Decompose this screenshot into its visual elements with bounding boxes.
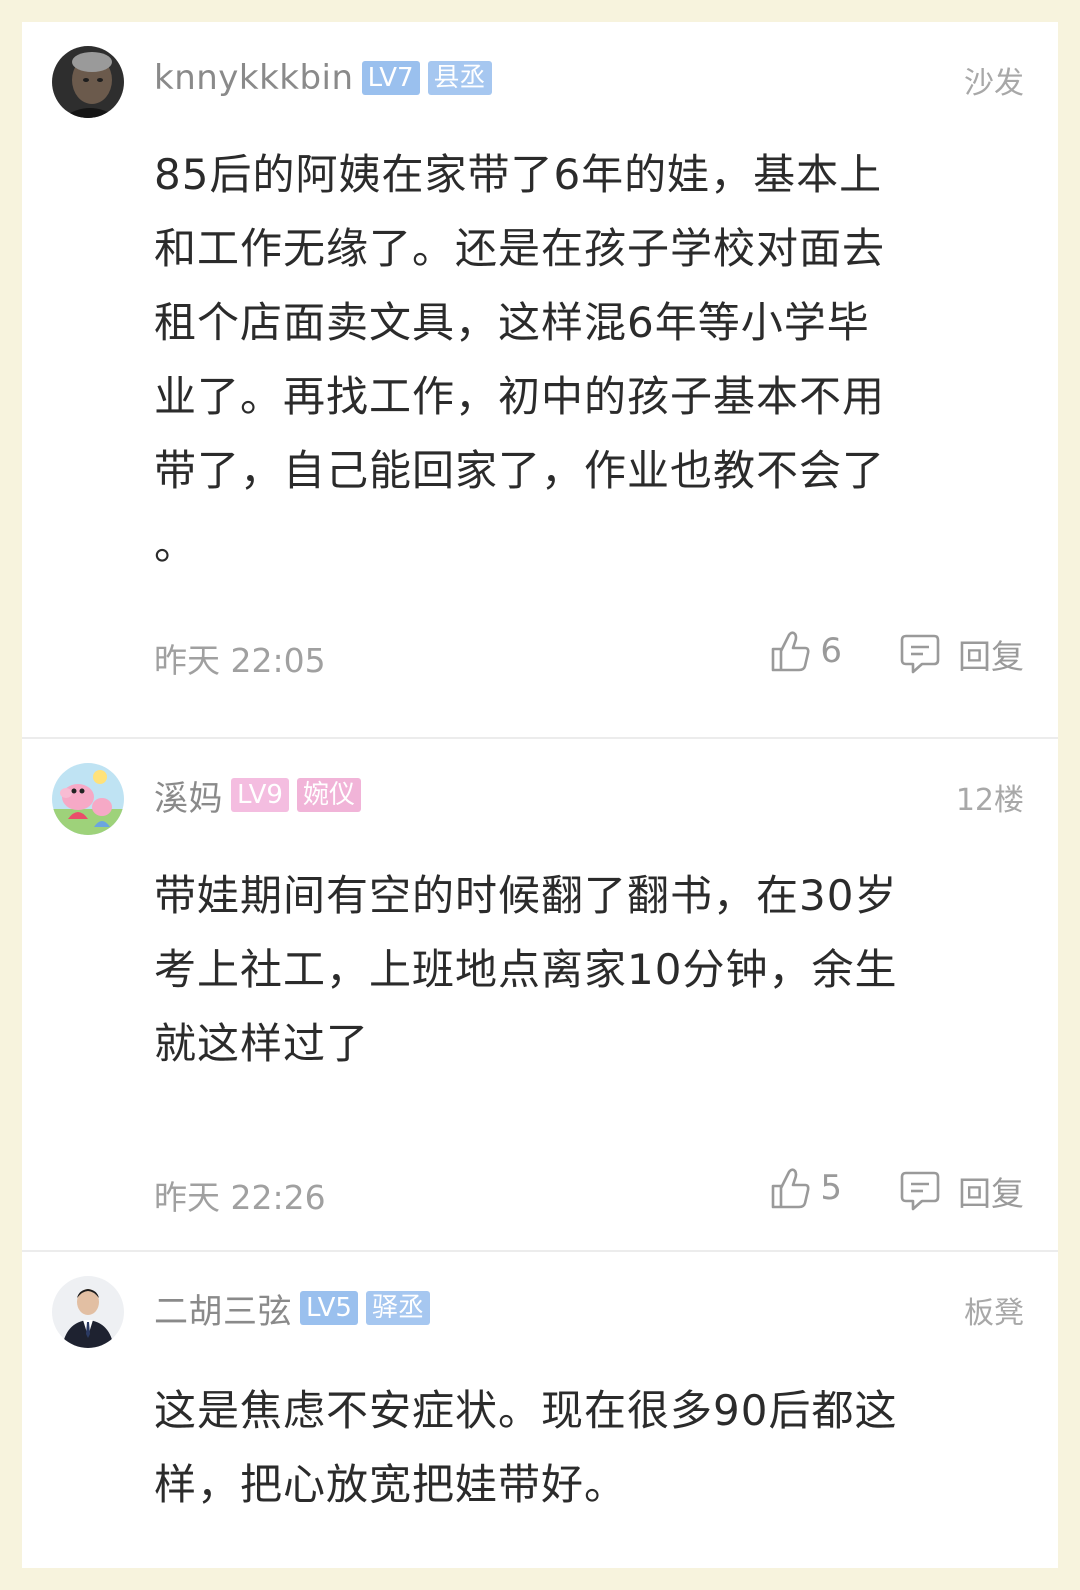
comment-header: 溪妈 LV9 婉仪 xyxy=(154,771,361,819)
user-avatar[interactable] xyxy=(52,1276,124,1348)
comment-bubble-icon xyxy=(900,1171,940,1211)
like-button[interactable]: 5 xyxy=(770,1167,842,1209)
comment-text: 带娃期间有空的时候翻了翻书，在30岁 考上社工，上班地点离家10分钟，余生 就这… xyxy=(154,871,898,1068)
comment-header: knnykkkbin LV7 县丞 xyxy=(154,54,492,102)
man-in-suit-avatar-icon xyxy=(52,1276,124,1348)
like-count: 5 xyxy=(820,1168,842,1208)
user-avatar[interactable] xyxy=(52,763,124,835)
thumbs-up-icon xyxy=(772,1168,810,1209)
reply-label: 回复 xyxy=(958,637,1024,676)
comment-footer: 昨天 22:26 5 回复 xyxy=(154,1167,1024,1217)
comment-list: knnykkkbin LV7 县丞 沙发 85后的阿姨在家带了6年的娃，基本上 … xyxy=(22,22,1058,1568)
comment-item: knnykkkbin LV7 县丞 沙发 85后的阿姨在家带了6年的娃，基本上 … xyxy=(22,22,1058,737)
like-count: 6 xyxy=(820,631,842,671)
comment-footer: 昨天 22:05 6 回复 xyxy=(154,630,1024,680)
reply-label: 回复 xyxy=(958,1174,1024,1213)
title-badge: 婉仪 xyxy=(296,778,361,812)
comment-item: 溪妈 LV9 婉仪 12楼 带娃期间有空的时候翻了翻书，在30岁 考上社工，上班… xyxy=(22,739,1058,1249)
level-badge: LV5 xyxy=(300,1291,358,1325)
user-avatar[interactable] xyxy=(52,46,124,118)
comment-bubble-icon xyxy=(900,634,940,674)
thumbs-up-icon xyxy=(772,631,810,672)
username[interactable]: knnykkkbin xyxy=(154,58,354,98)
level-badge: LV9 xyxy=(231,778,289,812)
title-badge: 驿丞 xyxy=(365,1291,430,1325)
peppa-pig-avatar-icon xyxy=(52,763,124,835)
comment-item: 二胡三弦 LV5 驿丞 板凳 这是焦虑不安症状。现在很多90后都这 样，把心放宽… xyxy=(22,1252,1058,1568)
man-portrait-avatar-icon xyxy=(52,46,124,118)
reply-button[interactable]: 回复 xyxy=(900,630,1024,678)
timestamp: 昨天 22:26 xyxy=(154,1178,326,1217)
floor-label: 沙发 xyxy=(964,66,1024,101)
username[interactable]: 二胡三弦 xyxy=(154,1284,292,1333)
like-button[interactable]: 6 xyxy=(770,630,842,672)
timestamp: 昨天 22:05 xyxy=(154,641,326,680)
title-badge: 县丞 xyxy=(427,61,492,95)
reply-button[interactable]: 回复 xyxy=(900,1167,1024,1215)
comment-header: 二胡三弦 LV5 驿丞 xyxy=(154,1284,430,1332)
floor-label: 12楼 xyxy=(955,783,1024,818)
floor-label: 板凳 xyxy=(964,1296,1024,1331)
level-badge: LV7 xyxy=(361,61,420,95)
comment-text: 85后的阿姨在家带了6年的娃，基本上 和工作无缘了。还是在孩子学校对面去 租个店… xyxy=(154,150,886,569)
username[interactable]: 溪妈 xyxy=(154,771,223,820)
comment-text: 这是焦虑不安症状。现在很多90后都这 样，把心放宽把娃带好。 xyxy=(154,1386,898,1509)
